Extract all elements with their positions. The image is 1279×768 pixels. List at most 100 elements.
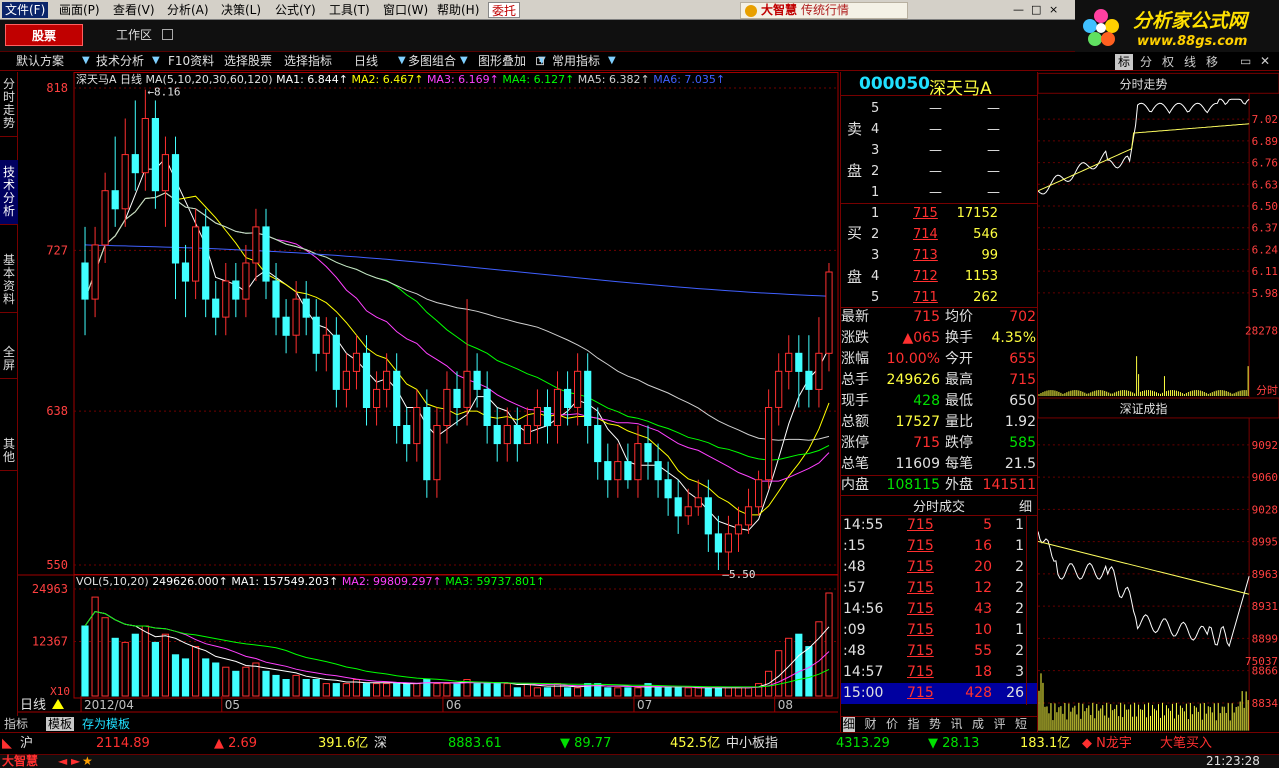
workspace-tab[interactable]: 工作区 — [110, 26, 158, 44]
quote-tab[interactable]: 评 — [994, 717, 1006, 732]
chart-bottom-tab[interactable]: 指标 — [2, 717, 31, 731]
quote-tab[interactable]: 势 — [929, 717, 941, 732]
quote-tab[interactable]: 短 — [1015, 717, 1027, 732]
toolbar-item[interactable]: 常用指标 — [552, 52, 600, 70]
trust-button[interactable]: 委托 — [488, 2, 521, 18]
candle-body — [614, 461, 622, 481]
chart-bottom-tab[interactable]: 模板 — [46, 717, 75, 731]
maximize-icon[interactable]: □ — [1028, 2, 1044, 18]
toolbar-item[interactable]: 技术分析 — [96, 52, 144, 70]
stat-row: 总手 249626 最高 715 — [841, 370, 1038, 391]
status-alert-stock[interactable]: ◆ N龙宇 — [1082, 734, 1132, 754]
volume-bar — [634, 687, 642, 697]
toolbar-item[interactable]: 默认方案 — [16, 52, 64, 70]
right-tab[interactable]: 线 — [1181, 54, 1199, 70]
candle-body — [222, 280, 230, 318]
index-axis-label: 9028 — [1252, 503, 1278, 516]
volume-bar — [262, 670, 270, 697]
right-tab[interactable]: 分 — [1137, 54, 1155, 70]
menu-item[interactable]: 公式(Y) — [272, 2, 319, 18]
right-tab[interactable]: 标 — [1115, 54, 1133, 70]
window-icon[interactable] — [162, 29, 173, 40]
quote-tab[interactable]: 细 — [843, 717, 856, 732]
right-tab[interactable]: 移 — [1203, 54, 1221, 70]
buy-row[interactable]: 3 713 99 — [841, 245, 1038, 266]
mini-charts[interactable]: 分时走势 7.02 6.89 6.76 6.63 6.50 6.37 6.24 6.11 5.98… — [1037, 72, 1279, 732]
trade-detail-button[interactable]: 细 — [1019, 496, 1032, 515]
toolbar-item[interactable]: F10资料 — [168, 52, 214, 70]
dropdown-arrow-icon[interactable]: ▼ — [460, 52, 468, 70]
menu-item[interactable]: 帮助(H) — [434, 2, 482, 18]
trade-volume: 5 — [983, 517, 992, 533]
menu-item[interactable]: 决策(L) — [218, 2, 264, 18]
quote-tab[interactable]: 讯 — [951, 717, 963, 732]
buy-row[interactable]: 2 714 546 — [841, 224, 1038, 245]
minimize-icon[interactable]: — — [1010, 2, 1027, 18]
volume-bar — [101, 617, 109, 697]
lock-icon[interactable]: ⊡ — [535, 52, 545, 70]
status-prev-icon[interactable]: ◄ ► — [58, 755, 80, 768]
left-tab-label: 全屏 — [3, 345, 16, 372]
toolbar-item[interactable]: 多图组合 — [408, 52, 456, 70]
close-icon[interactable]: × — [1046, 2, 1061, 18]
toolbar-item[interactable]: 日线 — [354, 52, 378, 70]
toolbar-item[interactable]: 选择股票 — [224, 52, 272, 70]
date-label: 06 — [446, 698, 461, 712]
stock-name: 深天马A — [929, 79, 992, 99]
restore-icon[interactable]: ▭ — [1240, 52, 1251, 70]
stat-key: 最新 — [841, 309, 869, 325]
candle-body — [734, 524, 743, 535]
volume-bar — [553, 683, 562, 697]
toolbar-item[interactable]: 选择指标 — [284, 52, 332, 70]
trade-scrollbar[interactable] — [1026, 515, 1036, 705]
left-tab[interactable]: 全屏 — [0, 340, 18, 379]
quote-tab[interactable]: 指 — [908, 717, 920, 732]
candle-body — [413, 407, 421, 445]
ma-value-label: MA5: 6.382↑ — [578, 73, 653, 86]
buy-row[interactable]: 4 712 1153 — [841, 266, 1038, 287]
candle — [694, 479, 702, 516]
menu-item[interactable]: 工具(T) — [326, 2, 373, 18]
dropdown-arrow-icon[interactable]: ▼ — [82, 52, 90, 70]
left-tab[interactable]: 基本资料 — [0, 248, 18, 313]
buy-row[interactable]: 5 711 262 — [841, 287, 1038, 308]
buy-volume: 546 — [973, 227, 998, 242]
dropdown-arrow-icon[interactable]: ▼ — [398, 52, 406, 70]
menu-item[interactable]: 分析(A) — [164, 2, 212, 18]
menu-item[interactable]: 文件(F) — [2, 2, 49, 18]
close-chart-icon[interactable]: ✕ — [1260, 52, 1270, 70]
buy-level: 1 — [871, 206, 880, 221]
toolbar-item[interactable]: 图形叠加 — [478, 52, 526, 70]
sell-level: 1 — [871, 185, 880, 200]
quote-tab[interactable]: 价 — [886, 717, 898, 732]
star-icon[interactable]: ★ — [82, 755, 93, 768]
right-tab[interactable]: 权 — [1159, 54, 1177, 70]
stat-value: 21.5 — [1004, 456, 1036, 472]
left-tab[interactable]: 技术分析 — [0, 160, 18, 225]
candle — [91, 226, 99, 318]
menu-item[interactable]: 画面(P) — [56, 2, 103, 18]
trade-volume: 55 — [974, 643, 992, 659]
chart-bottom-tab[interactable]: 存为模板 — [80, 717, 133, 731]
trade-count: 1 — [1015, 538, 1024, 554]
candle-body — [342, 370, 350, 390]
left-tab[interactable]: 其他 — [0, 432, 18, 471]
left-tab[interactable]: 分时走势 — [0, 72, 18, 137]
brand-sub: 传统行情 — [801, 3, 850, 17]
candle — [674, 479, 682, 534]
stat-value: 585 — [1009, 435, 1036, 451]
sell-price: — — [929, 164, 942, 179]
stock-tab[interactable]: 股票 — [5, 24, 83, 46]
price-axis-label: 727 — [46, 243, 68, 257]
intraday-title: 分时走势 — [1120, 77, 1168, 91]
buy-row[interactable]: 1 715 17152 — [841, 203, 1038, 224]
menu-item[interactable]: 窗口(W) — [380, 2, 431, 18]
candle-body — [433, 425, 441, 481]
quote-tab[interactable]: 成 — [972, 717, 984, 732]
menu-item[interactable]: 查看(V) — [110, 2, 158, 18]
kline-chart[interactable]: 818 727 638 550 深天马A 日线 MA(5,10,20,30,60,120… — [18, 72, 840, 732]
dropdown-arrow-icon[interactable]: ▼ — [152, 52, 160, 70]
quote-tab[interactable]: 财 — [865, 717, 877, 732]
trade-count: 3 — [1015, 664, 1024, 680]
dropdown-arrow-icon[interactable]: ▼ — [608, 52, 616, 70]
